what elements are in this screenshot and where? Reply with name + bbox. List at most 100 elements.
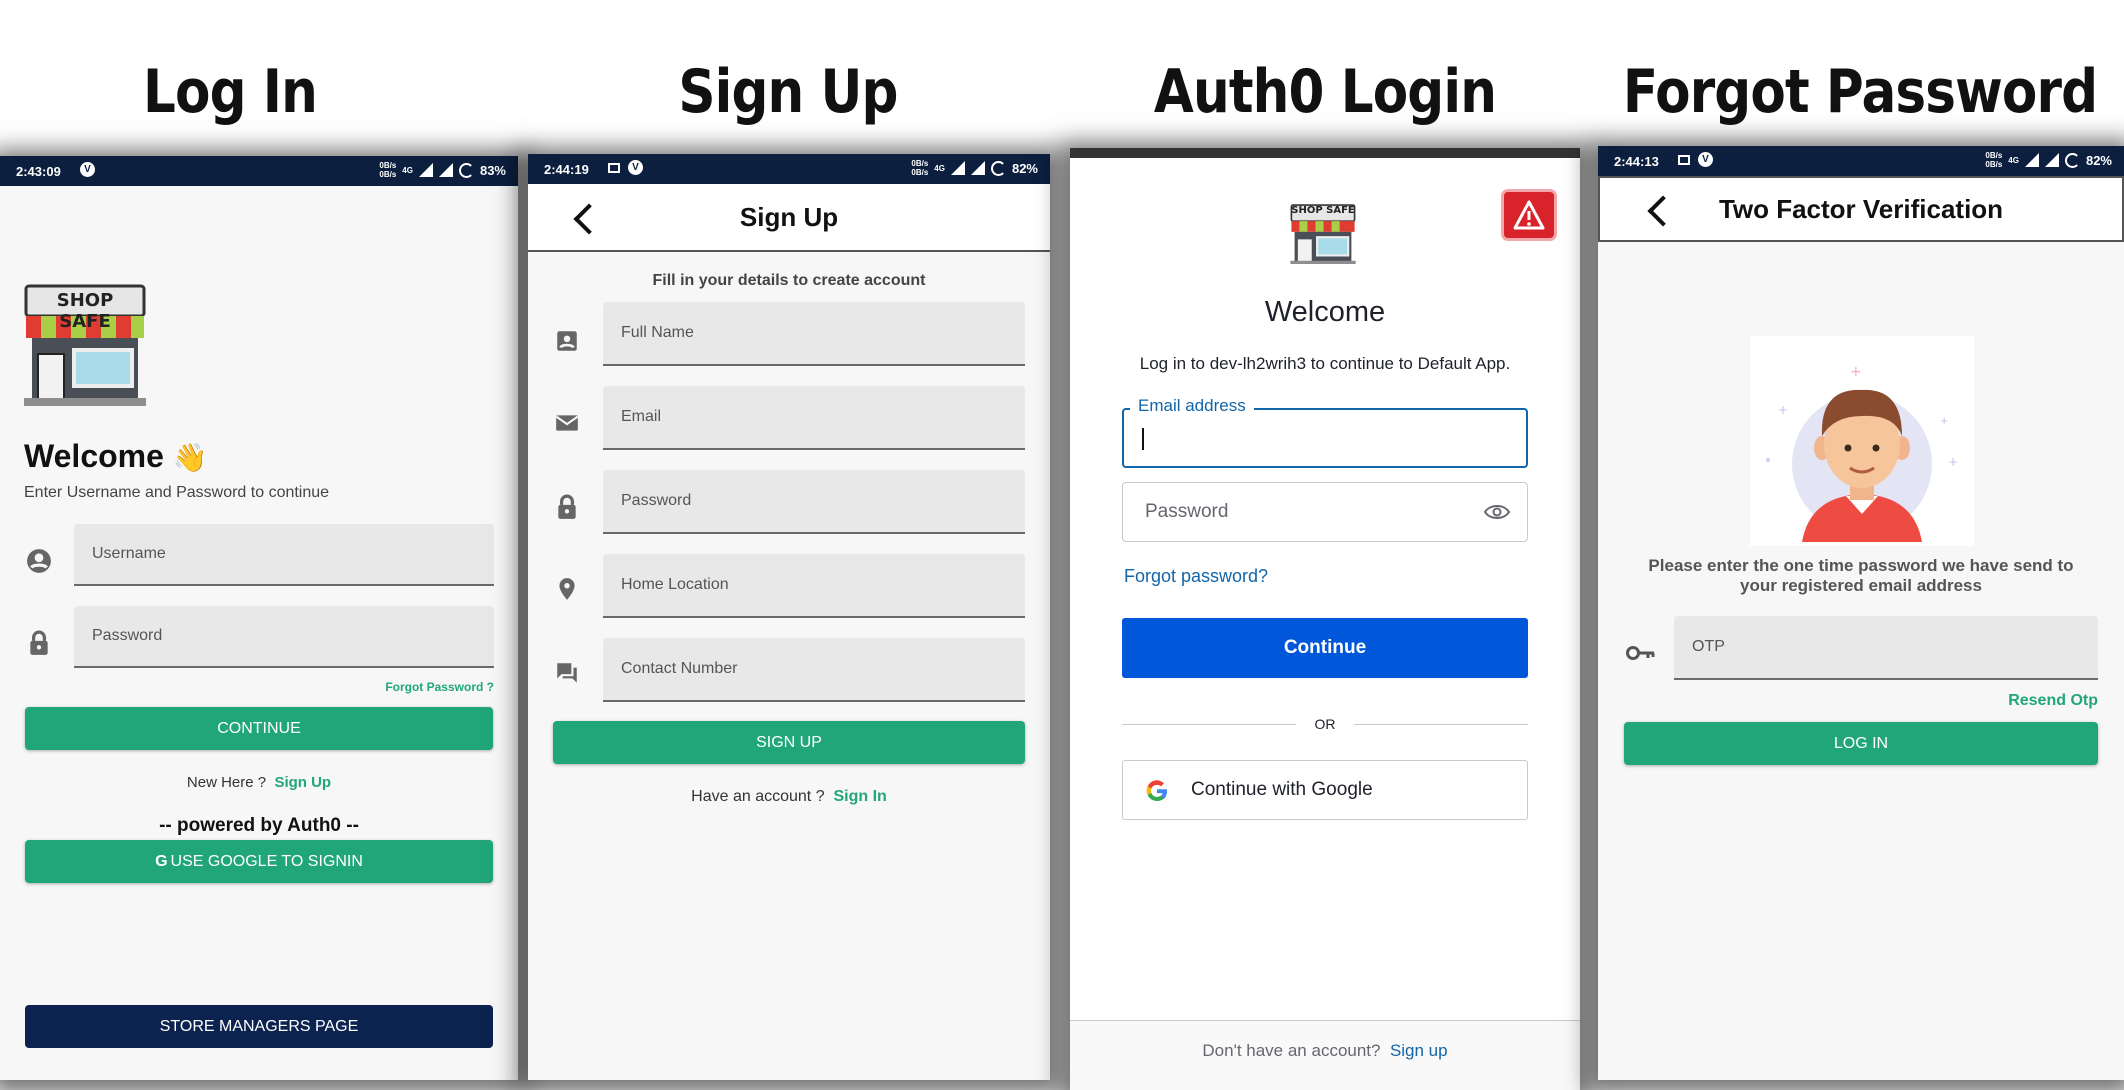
status-time: 2:44:19 [544, 162, 589, 177]
sign-up-button[interactable]: SIGN UP [553, 721, 1025, 764]
vpn-icon: V [1698, 152, 1713, 167]
login-subtitle: Enter Username and Password to continue [24, 484, 330, 501]
vpn-icon: V [80, 162, 95, 177]
signal-icon [2024, 153, 2039, 167]
signup-screen: 2:44:19 V 0B/s 0B/s 4G 82% Sign Up Fill i… [528, 154, 1050, 1080]
signal-icon-2 [970, 161, 985, 175]
signin-prompt: Have an account ? Sign In [691, 788, 887, 805]
auth0-login-screen: SHOP SAFE Welcome Log in to dev-lh2wrih3… [1070, 148, 1580, 1090]
vpn-icon: V [628, 160, 643, 175]
sign-up-link[interactable]: Sign Up [274, 774, 331, 791]
shop-safe-logo: SHOP SAFE [1290, 204, 1356, 264]
powered-by-text: -- powered by Auth0 -- [159, 815, 359, 836]
forgot-password-link[interactable]: Forgot password? [1124, 566, 1268, 587]
network-type: 4G [2008, 155, 2019, 165]
key-icon [1626, 646, 1655, 660]
lock-icon [558, 494, 576, 519]
logo-text: SHOP SAFE [56, 290, 114, 332]
status-time: 2:43:09 [16, 164, 61, 179]
title-forgot-password: Forgot Password [1622, 57, 2098, 127]
data-rate: 0B/s 0B/s [379, 161, 397, 179]
store-managers-button[interactable]: STORE MANAGERS PAGE [25, 1005, 493, 1048]
email-cursor [1142, 428, 1144, 450]
google-button-label: Continue with Google [1191, 779, 1373, 800]
battery-level: 82% [2085, 152, 2112, 168]
lock-icon [30, 630, 48, 655]
or-divider: OR [1122, 714, 1528, 734]
signal-icon [418, 163, 433, 177]
battery-icon [2064, 152, 2080, 168]
logo-text: SHOP SAFE [1291, 205, 1355, 216]
warning-triangle-icon [1513, 200, 1545, 230]
email-field[interactable] [1122, 408, 1528, 468]
title-sign-up: Sign Up [678, 57, 898, 127]
battery-level: 82% [1011, 160, 1038, 176]
email-icon [555, 415, 579, 431]
avatar-illustration: + + + + [1750, 336, 1974, 546]
auth0-description: Log in to dev-lh2wrih3 to continue to De… [1139, 354, 1511, 373]
title-log-in: Log In [142, 57, 318, 127]
continue-button[interactable]: Continue [1122, 618, 1528, 678]
auth0-welcome: Welcome [1264, 296, 1386, 328]
app-bar: Sign Up [528, 184, 1050, 252]
otp-message-line2: your registered email address [1740, 576, 1982, 595]
email-label: Email address [1130, 396, 1254, 416]
status-bar: 2:44:13 V 0B/s 0B/s 4G 82% [1598, 146, 2124, 176]
log-in-button[interactable]: LOG IN [1624, 722, 2098, 765]
page-title: Sign Up [739, 201, 839, 232]
svg-text:+: + [1778, 403, 1788, 417]
forgot-password-link[interactable]: Forgot Password ? [385, 680, 494, 694]
title-auth0-login: Auth0 Login [1153, 57, 1497, 127]
password-field[interactable]: Password [1122, 482, 1528, 542]
otp-message-line1: Please enter the one time password we ha… [1648, 556, 2074, 575]
username-input[interactable]: Username [74, 524, 494, 586]
location-pin-icon [559, 578, 575, 600]
svg-text:+: + [1850, 364, 1862, 380]
sign-in-link[interactable]: Sign In [833, 788, 886, 805]
no-account-text: Don't have an account? [1202, 1041, 1381, 1060]
back-arrow-icon[interactable] [573, 203, 605, 235]
signal-icon-2 [438, 163, 453, 177]
forgot-password-screen: 2:44:13 V 0B/s 0B/s 4G 82% Two Factor Ver… [1598, 146, 2124, 1080]
full-name-input[interactable]: Full Name [603, 302, 1025, 366]
status-bar: 2:43:09 V 0B/s 0B/s 4G 83% [0, 156, 518, 186]
status-bar: 2:44:19 V 0B/s 0B/s 4G 82% [528, 154, 1050, 184]
chat-icon [557, 663, 577, 683]
contact-card-icon [557, 331, 577, 351]
sign-up-link[interactable]: Sign up [1390, 1041, 1448, 1060]
resend-otp-link[interactable]: Resend Otp [2008, 692, 2098, 710]
shop-safe-logo: SHOP SAFE [24, 284, 146, 406]
home-location-input[interactable]: Home Location [603, 554, 1025, 618]
image-icon [1678, 154, 1690, 165]
signal-icon [950, 161, 965, 175]
google-signin-label: USE GOOGLE TO SIGNIN [170, 852, 363, 870]
battery-level: 83% [479, 162, 506, 178]
otp-input[interactable]: OTP [1674, 616, 2098, 680]
network-type: 4G [934, 163, 945, 173]
data-rate: 0B/s 0B/s [1985, 151, 2003, 169]
password-input[interactable]: Password [74, 606, 494, 668]
continue-with-google-button[interactable]: Continue with Google [1122, 760, 1528, 820]
status-time: 2:44:13 [1614, 154, 1659, 169]
contact-number-input[interactable]: Contact Number [603, 638, 1025, 702]
svg-text:+: + [1940, 416, 1948, 427]
password-placeholder: Password [1145, 501, 1229, 522]
data-rate: 0B/s 0B/s [911, 159, 929, 177]
signup-prompt: New Here ? Sign Up [186, 774, 332, 791]
continue-button[interactable]: CONTINUE [25, 707, 493, 750]
login-screen: 2:43:09 V 0B/s 0B/s 4G 83% SHOP SAFE Welc… [0, 156, 518, 1080]
email-input[interactable]: Email [603, 386, 1025, 450]
warning-button[interactable] [1504, 192, 1554, 238]
battery-icon [458, 162, 474, 178]
eye-icon[interactable] [1484, 502, 1510, 522]
battery-icon [990, 160, 1006, 176]
app-bar: Two Factor Verification [1598, 176, 2124, 242]
page-title: Two Factor Verification [1718, 193, 2004, 224]
image-icon [608, 162, 620, 173]
google-signin-button[interactable]: G USE GOOGLE TO SIGNIN [25, 840, 493, 883]
signup-subtitle: Fill in your details to create account [652, 272, 926, 289]
password-input[interactable]: Password [603, 470, 1025, 534]
welcome-heading: Welcome 👋 [24, 438, 208, 474]
svg-text:+: + [1948, 455, 1958, 469]
back-arrow-icon[interactable] [1647, 195, 1679, 227]
